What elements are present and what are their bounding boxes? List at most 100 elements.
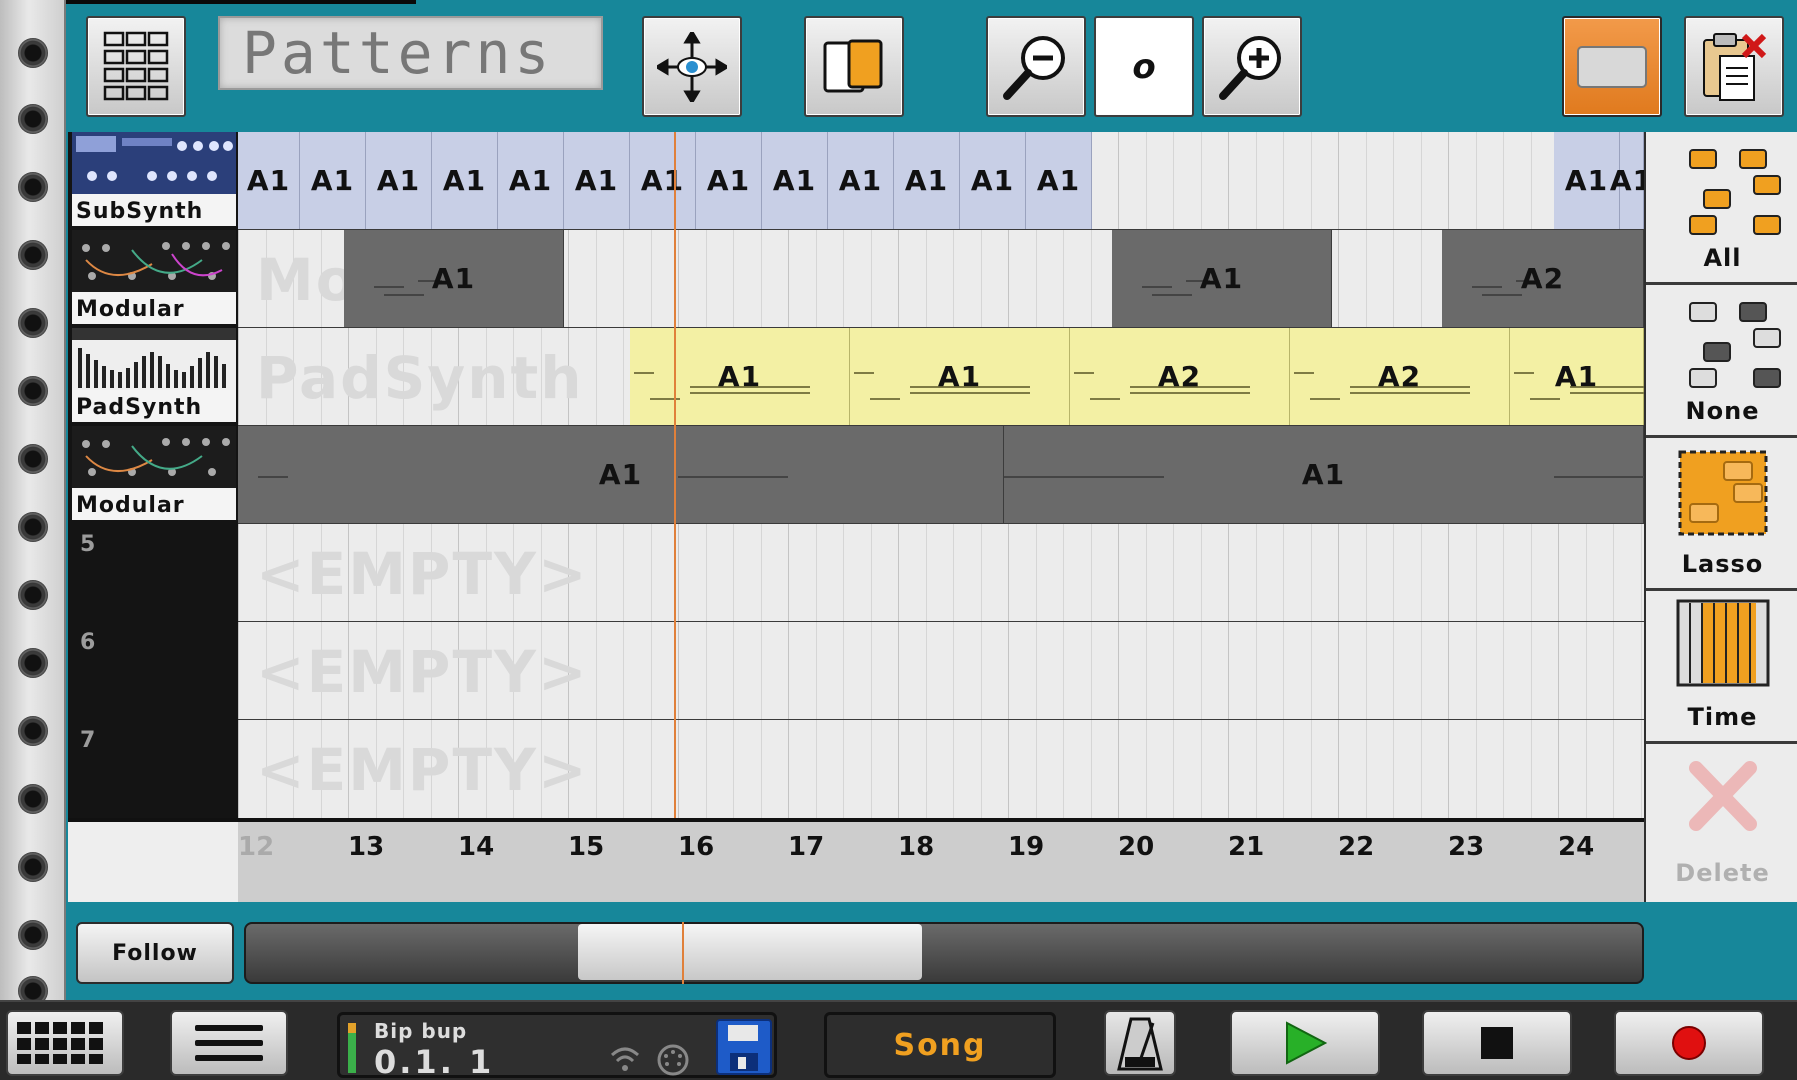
delete-selection-button[interactable]: Delete <box>1646 744 1797 897</box>
pattern-block[interactable]: A1 <box>366 132 432 229</box>
binder-hole <box>18 376 48 406</box>
pattern-block[interactable]: A1 <box>1610 132 1644 229</box>
timeline-ruler[interactable]: 12 13 14 15 16 17 18 19 20 21 22 23 24 <box>68 818 1644 902</box>
patterns-grid-button[interactable] <box>86 16 186 117</box>
pattern-label: A1 <box>1301 458 1346 491</box>
pattern-label: A1 <box>442 164 487 197</box>
track-lane-5[interactable]: <EMPTY> <box>238 524 1644 622</box>
pan-view-button[interactable] <box>642 16 742 117</box>
floppy-disk-icon <box>728 1025 758 1071</box>
horizontal-scrollbar[interactable] <box>244 922 1644 984</box>
pattern-block[interactable]: A1 <box>894 132 960 229</box>
pattern-label: A1 <box>904 164 949 197</box>
select-none-button[interactable]: None <box>1646 285 1797 438</box>
binder-hole <box>18 172 48 202</box>
zoom-out-button[interactable] <box>986 16 1086 117</box>
view-mode-button[interactable] <box>1562 16 1662 117</box>
pattern-block[interactable]: A1 <box>1004 426 1644 523</box>
page-title-display: Patterns <box>218 16 603 90</box>
keyboard-button[interactable] <box>6 1010 124 1076</box>
pattern-block[interactable]: A2 <box>1070 328 1290 425</box>
duplicate-button[interactable] <box>804 16 904 117</box>
track-lane-7[interactable]: <EMPTY> <box>238 720 1644 818</box>
song-mode-toggle[interactable]: Song <box>824 1012 1056 1078</box>
track-header-subsynth[interactable]: SubSynth <box>72 132 236 226</box>
follow-toggle-button[interactable]: Follow <box>76 922 234 984</box>
track-lane-1[interactable]: A1 A1 A1 A1 A1 A1 A1 A1 A1 A1 A1 A1 A1 A1 A1 <box>238 132 1644 230</box>
track-lane-4[interactable]: A1 A1 <box>238 426 1644 524</box>
ruler-bar-number: 13 <box>348 832 385 862</box>
select-all-button[interactable]: All <box>1646 132 1797 285</box>
stop-button[interactable] <box>1422 1010 1572 1076</box>
note-line <box>870 398 900 400</box>
pattern-block[interactable]: A1 <box>1026 132 1092 229</box>
binder-hole <box>18 580 48 610</box>
track-header-modular-1[interactable]: Modular <box>72 230 236 324</box>
track-header-padsynth[interactable]: PadSynth <box>72 328 236 422</box>
stop-icon <box>1481 1027 1513 1059</box>
binder-hole <box>18 38 48 68</box>
pattern-block[interactable]: A1 <box>850 328 1070 425</box>
song-name: Bip bup <box>374 1019 468 1043</box>
ruler-bar-number: 18 <box>898 832 935 862</box>
pattern-label: A2 <box>1520 262 1565 295</box>
pattern-block[interactable]: A2 <box>1442 230 1644 327</box>
pattern-label: A1 <box>1564 164 1609 197</box>
ruler-bar-number: 14 <box>458 832 495 862</box>
pattern-block[interactable]: A1 <box>828 132 894 229</box>
scrollbar-playhead-marker <box>682 922 684 984</box>
pattern-block[interactable]: A1 <box>630 328 850 425</box>
zoom-in-button[interactable] <box>1202 16 1302 117</box>
pattern-block[interactable]: A1 <box>762 132 828 229</box>
delete-x-icon <box>1689 761 1757 831</box>
pattern-block[interactable]: A1 <box>960 132 1026 229</box>
time-select-button[interactable]: Time <box>1646 591 1797 744</box>
lasso-select-button[interactable]: Lasso <box>1646 438 1797 591</box>
lasso-icon <box>1678 450 1768 536</box>
pattern-block[interactable]: A1 <box>238 426 1004 523</box>
pattern-block[interactable]: A1 <box>1510 328 1644 425</box>
save-button[interactable] <box>716 1019 772 1075</box>
metronome-button[interactable] <box>1104 1010 1176 1076</box>
scrollbar-thumb[interactable] <box>578 924 922 980</box>
play-button[interactable] <box>1230 1010 1380 1076</box>
pattern-block[interactable]: A1 <box>344 230 564 327</box>
pattern-label: A1 <box>310 164 355 197</box>
modular-panel-icon <box>82 438 230 476</box>
track-lane-3[interactable]: PadSynth A1 A1 A2 A2 A1 <box>238 328 1644 426</box>
arrangement-grid[interactable]: A1 A1 A1 A1 A1 A1 A1 A1 A1 A1 A1 A1 A1 A1 A1 Mo A1 A1 A2… <box>238 132 1644 818</box>
pattern-label: A1 <box>1609 164 1644 197</box>
note-line <box>258 476 288 478</box>
record-button[interactable] <box>1614 1010 1764 1076</box>
pattern-block[interactable]: A1 <box>498 132 564 229</box>
track-lane-2[interactable]: Mo A1 A1 A2 <box>238 230 1644 328</box>
pattern-block[interactable]: A1 <box>432 132 498 229</box>
track-header-modular-2[interactable]: Modular <box>72 426 236 520</box>
pattern-block[interactable]: A1 <box>1112 230 1332 327</box>
song-info-display[interactable]: Bip bup 0.1. 1 <box>337 1012 777 1080</box>
tool-label: All <box>1703 244 1742 272</box>
pattern-block[interactable]: A1 <box>238 132 300 229</box>
pattern-block[interactable]: A1 <box>300 132 366 229</box>
pattern-block[interactable]: A1 <box>696 132 762 229</box>
pattern-label: A1 <box>640 164 685 197</box>
clear-clipboard-button[interactable] <box>1684 16 1784 117</box>
track-lane-6[interactable]: <EMPTY> <box>238 622 1644 720</box>
wifi-icon <box>610 1047 640 1071</box>
binder-hole <box>18 716 48 746</box>
tool-label: Time <box>1687 703 1758 731</box>
note-line <box>384 294 424 296</box>
playhead[interactable] <box>674 132 676 902</box>
pattern-block[interactable]: A1 <box>630 132 696 229</box>
pattern-block[interactable]: A1 <box>564 132 630 229</box>
pattern-label: A2 <box>1157 360 1202 393</box>
binder-hole <box>18 784 48 814</box>
ruler-bar-number: 17 <box>788 832 825 862</box>
pattern-block[interactable]: A2 <box>1290 328 1510 425</box>
pattern-label: A1 <box>706 164 751 197</box>
binder-hole <box>18 648 48 678</box>
binder-hole <box>18 104 48 134</box>
main-menu-button[interactable] <box>170 1010 288 1076</box>
pattern-label: A1 <box>508 164 553 197</box>
empty-track-label: <EMPTY> <box>256 540 589 608</box>
